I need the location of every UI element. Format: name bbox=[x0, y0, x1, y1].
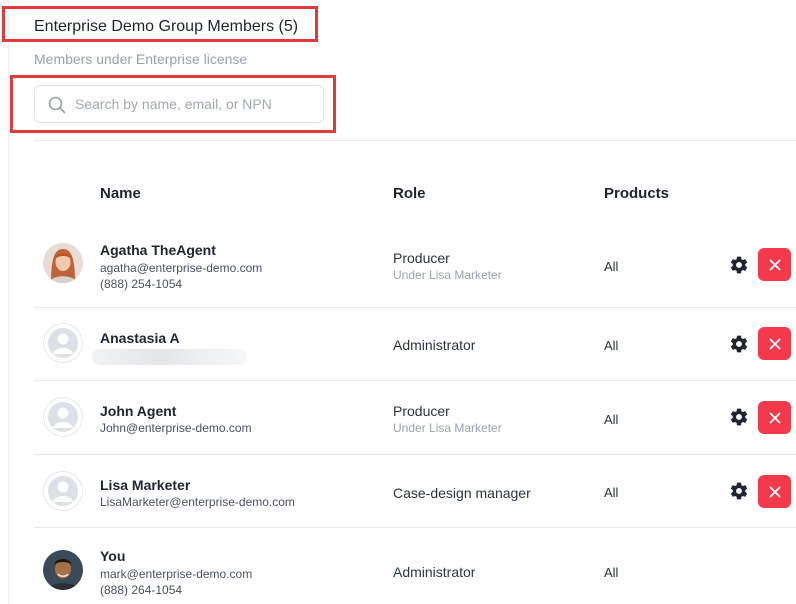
page-title: Enterprise Demo Group Members (5) bbox=[34, 18, 299, 35]
search-field[interactable] bbox=[34, 85, 324, 123]
close-icon bbox=[769, 486, 780, 497]
member-role-note: Under Lisa Marketer bbox=[393, 421, 502, 435]
member-email: John@enterprise-demo.com bbox=[100, 421, 252, 435]
search-icon bbox=[48, 96, 66, 114]
member-name: John Agent bbox=[100, 403, 177, 419]
member-phone: (888) 264-1054 bbox=[100, 583, 183, 597]
header-divider bbox=[34, 140, 796, 141]
close-icon bbox=[769, 259, 780, 270]
settings-gear-icon[interactable] bbox=[729, 407, 749, 427]
member-role: Administrator bbox=[393, 337, 476, 353]
remove-member-button[interactable] bbox=[758, 401, 791, 434]
left-border bbox=[8, 0, 9, 604]
settings-gear-icon[interactable] bbox=[729, 481, 749, 501]
page-subtitle: Members under Enterprise license bbox=[34, 51, 248, 67]
member-products: All bbox=[604, 485, 619, 500]
member-name: Lisa Marketer bbox=[100, 477, 191, 493]
row-divider bbox=[34, 307, 796, 308]
column-header-products: Products bbox=[604, 185, 670, 202]
member-role: Administrator bbox=[393, 564, 476, 580]
settings-gear-icon[interactable] bbox=[729, 255, 749, 275]
member-email: agatha@enterprise-demo.com bbox=[100, 261, 263, 275]
column-header-role: Role bbox=[393, 185, 426, 202]
row-divider bbox=[34, 527, 796, 528]
avatar bbox=[43, 323, 83, 363]
column-header-name: Name bbox=[100, 185, 141, 202]
member-products: All bbox=[604, 338, 619, 353]
remove-member-button[interactable] bbox=[758, 327, 791, 360]
member-phone: (888) 254-1054 bbox=[100, 277, 183, 291]
member-role: Case-design manager bbox=[393, 485, 531, 501]
remove-member-button[interactable] bbox=[758, 248, 791, 281]
row-divider bbox=[34, 454, 796, 455]
settings-gear-icon[interactable] bbox=[729, 334, 749, 354]
member-name: Agatha TheAgent bbox=[100, 242, 216, 258]
search-input[interactable] bbox=[75, 86, 315, 122]
remove-member-button[interactable] bbox=[758, 475, 791, 508]
avatar bbox=[43, 397, 83, 437]
row-divider bbox=[34, 380, 796, 381]
redacted-email bbox=[92, 349, 247, 365]
close-icon bbox=[769, 338, 780, 349]
member-products: All bbox=[604, 565, 619, 580]
avatar bbox=[43, 243, 83, 283]
member-name: You bbox=[100, 548, 126, 564]
member-products: All bbox=[604, 412, 619, 427]
close-icon bbox=[769, 412, 780, 423]
member-role: Producer bbox=[393, 403, 450, 419]
member-name: Anastasia A bbox=[100, 330, 180, 346]
member-email: mark@enterprise-demo.com bbox=[100, 567, 253, 581]
member-products: All bbox=[604, 259, 619, 274]
member-role: Producer bbox=[393, 250, 450, 266]
avatar bbox=[43, 550, 83, 590]
member-email: LisaMarketer@enterprise-demo.com bbox=[100, 495, 295, 509]
member-role-note: Under Lisa Marketer bbox=[393, 268, 502, 282]
avatar bbox=[43, 471, 83, 511]
